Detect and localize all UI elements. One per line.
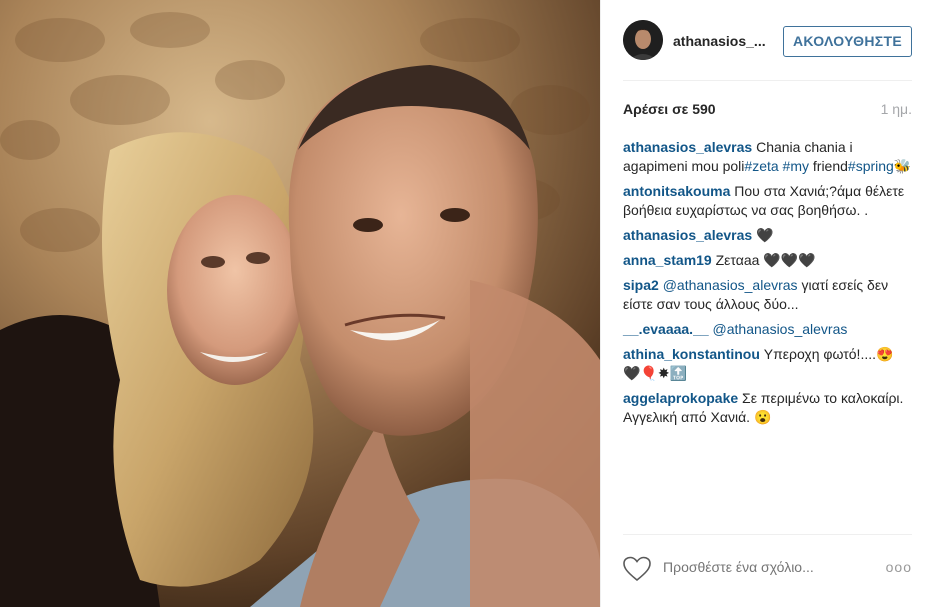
post-sidebar: athanasios_... ΑΚΟΛΟΥΘΗΣΤΕ Αρέσει σε 590…	[600, 0, 939, 607]
comment-tag-link[interactable]: @athanasios_alevras	[663, 277, 798, 293]
avatar[interactable]	[623, 20, 663, 60]
comment-author[interactable]: athanasios_alevras	[623, 227, 752, 243]
comment-bar: ooo	[623, 553, 912, 583]
comment-item: antonitsakouma Που στα Χανιά;?άμα θέλετε…	[623, 182, 912, 220]
follow-button[interactable]: ΑΚΟΛΟΥΘΗΣΤΕ	[783, 26, 912, 57]
header-divider	[623, 80, 912, 81]
likes-count[interactable]: Αρέσει σε 590	[623, 101, 716, 117]
comment-author[interactable]: aggelaprokopake	[623, 390, 738, 406]
comment-author[interactable]: sipa2	[623, 277, 659, 293]
comment-author[interactable]: athina_konstantinou	[623, 346, 760, 362]
comment-item: athanasios_alevras Chania chania i agapi…	[623, 138, 912, 176]
more-options-button[interactable]: ooo	[886, 559, 912, 575]
comment-text: Ζεταaa 🖤🖤🖤	[711, 252, 816, 268]
comment-text: 🐝	[893, 158, 912, 174]
comment-tag-link[interactable]: #zeta	[744, 158, 778, 174]
comment-item: aggelaprokopake Σε περιμένω το καλοκαίρι…	[623, 389, 912, 427]
comments-list: athanasios_alevras Chania chania i agapi…	[623, 138, 912, 433]
like-heart-icon[interactable]	[623, 556, 651, 582]
comment-text: friend	[809, 158, 848, 174]
comment-item: athanasios_alevras 🖤	[623, 226, 912, 245]
selfie-photo-illustration	[0, 0, 600, 607]
comment-item: __.evaaaa.__ @athanasios_alevras	[623, 320, 912, 339]
post-header: athanasios_... ΑΚΟΛΟΥΘΗΣΤΕ	[601, 0, 939, 80]
post-photo[interactable]	[0, 0, 600, 607]
comment-input[interactable]	[663, 559, 863, 575]
comment-tag-link[interactable]: #spring	[848, 158, 894, 174]
comment-author[interactable]: anna_stam19	[623, 252, 712, 268]
comment-text: 🖤	[752, 227, 774, 243]
comment-tag-link[interactable]: @athanasios_alevras	[713, 321, 848, 337]
likes-row: Αρέσει σε 590 1 ημ.	[623, 101, 912, 119]
comment-author[interactable]: antonitsakouma	[623, 183, 730, 199]
comment-author[interactable]: __.evaaaa.__	[623, 321, 709, 337]
comment-tag-link[interactable]: #my	[783, 158, 809, 174]
user-avatar-image	[623, 20, 663, 60]
comments-divider	[623, 534, 912, 535]
comment-item: sipa2 @athanasios_alevras γιατί εσείς δε…	[623, 276, 912, 314]
post-time[interactable]: 1 ημ.	[881, 101, 912, 117]
comment-author[interactable]: athanasios_alevras	[623, 139, 752, 155]
comment-item: athina_konstantinou Υπεροχη φωτό!....😍 🖤…	[623, 345, 912, 383]
post-username[interactable]: athanasios_...	[673, 33, 766, 49]
comment-item: anna_stam19 Ζεταaa 🖤🖤🖤	[623, 251, 912, 270]
